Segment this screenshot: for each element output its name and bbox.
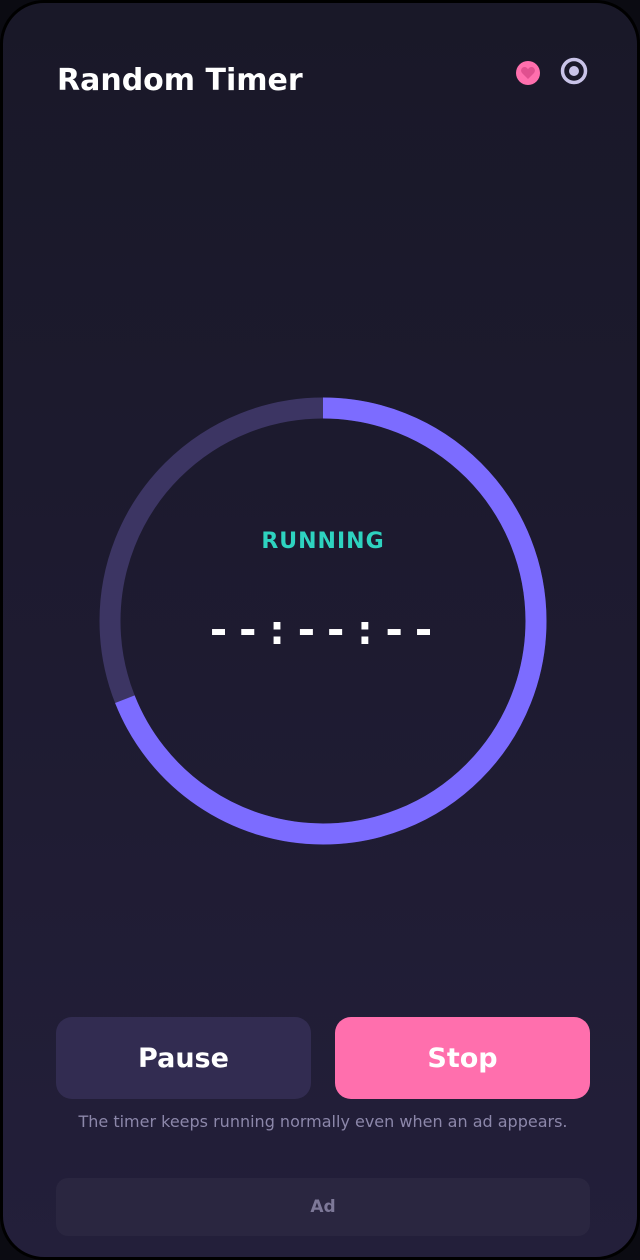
stop-button[interactable]: Stop: [335, 1017, 590, 1099]
favorites-button[interactable]: [513, 59, 543, 89]
timer-status: RUNNING: [261, 529, 385, 554]
ad-label: Ad: [310, 1197, 336, 1217]
time-display: --:--:--: [205, 605, 441, 654]
target-icon: [559, 57, 589, 91]
settings-button[interactable]: [559, 57, 589, 91]
app-title: Random Timer: [57, 63, 303, 98]
ad-banner[interactable]: Ad: [56, 1178, 590, 1236]
pause-button[interactable]: Pause: [56, 1017, 311, 1099]
heart-icon: [513, 57, 543, 91]
ad-hint-text: The timer keeps running normally even wh…: [78, 1112, 568, 1131]
app-screen: Random Timer RUNNING --:--:-- Pause Stop…: [0, 0, 640, 1260]
timer-ring: RUNNING --:--:--: [99, 397, 547, 845]
